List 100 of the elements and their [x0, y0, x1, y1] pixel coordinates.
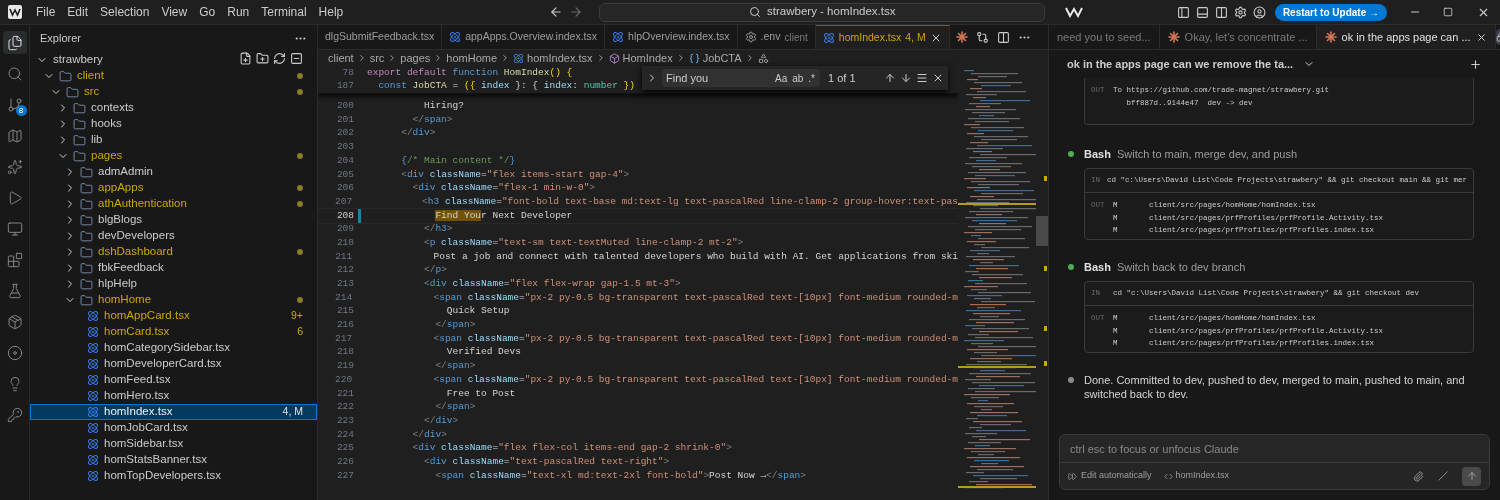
tree-item[interactable]: admAdmin [30, 164, 317, 180]
tree-item[interactable]: homJobCard.tsx [30, 420, 317, 436]
line-number: 226 [335, 454, 354, 469]
tree-item[interactable]: hlpHelp [30, 276, 317, 292]
disc-icon [6, 344, 23, 361]
refresh-icon[interactable] [273, 52, 286, 65]
tree-item[interactable]: homAppCard.tsx 9+ [30, 308, 317, 324]
menu-item[interactable]: View [155, 2, 194, 22]
maximize-icon[interactable] [1443, 7, 1453, 17]
settings-icon[interactable] [1233, 5, 1247, 19]
tree-item[interactable]: dshDashboard [30, 244, 317, 260]
breadcrumb[interactable]: src [369, 49, 385, 67]
slash-icon[interactable] [1438, 471, 1448, 481]
tree-item[interactable]: homTopDevelopers.tsx [30, 468, 317, 484]
search-option-toggle[interactable]: .* [807, 70, 816, 86]
mode-button[interactable]: Edit automatically [1068, 469, 1152, 483]
panel-toggle-icon[interactable] [1195, 5, 1209, 19]
close-icon[interactable] [932, 72, 944, 84]
tree-item[interactable]: homStatsBanner.tsx [30, 452, 317, 468]
react-icon [449, 31, 462, 43]
braces-icon [688, 52, 700, 64]
sidebar-toggle-icon[interactable] [1176, 5, 1190, 19]
activity-item[interactable] [2, 31, 27, 54]
breadcrumb[interactable]: homIndex.tsx [513, 49, 593, 67]
previous-match-icon[interactable] [884, 72, 896, 84]
tree-item[interactable]: homDeveloperCard.tsx [30, 356, 317, 372]
editor-tab[interactable]: hlpOverview.index.tsx [605, 25, 738, 49]
breadcrumb[interactable]: pages [400, 49, 431, 67]
tool-description: Switch back to dev branch [1116, 259, 1246, 275]
file-chip[interactable]: homIndex.tsx [1163, 469, 1230, 483]
chat-tab[interactable]: ok in the apps page can ... [1316, 25, 1496, 49]
react-icon [87, 422, 99, 434]
tool-name: Bash [1084, 146, 1111, 162]
menu-item[interactable]: File [30, 2, 62, 22]
editor-tab[interactable]: appApps.Overview.index.tsx [442, 25, 606, 49]
tree-item[interactable]: homHome [30, 292, 317, 308]
tree-item[interactable]: homHero.tsx [30, 388, 317, 404]
tree-item[interactable]: homIndex.tsx 4, M [30, 404, 317, 420]
menu-item[interactable]: Help [312, 2, 350, 22]
attach-icon[interactable] [1413, 470, 1424, 482]
editor-tab[interactable]: .env client [737, 25, 816, 49]
tree-item[interactable]: appApps [30, 180, 317, 196]
menu-item[interactable]: Run [221, 2, 256, 22]
chat-tab[interactable]: need you to seed... [1049, 25, 1160, 49]
collapse-icon[interactable] [290, 52, 303, 65]
menu-item[interactable]: Edit [61, 2, 95, 22]
line-number: 223 [335, 413, 354, 428]
selection-icon[interactable] [916, 72, 928, 84]
tree-item[interactable]: strawbery [30, 52, 317, 68]
conversation-title[interactable]: ok in the apps page can we remove the ta... [1067, 55, 1294, 73]
chat-tab[interactable]: Okay, let's concentrate ... [1159, 25, 1317, 49]
new-chat-icon[interactable] [1469, 57, 1482, 71]
file-status: 6 [297, 324, 303, 340]
search-option-toggle[interactable]: Aa [773, 70, 789, 86]
tree-item[interactable]: homSidebar.tsx [30, 436, 317, 452]
line-number: 200 [335, 99, 354, 114]
tree-item[interactable]: lib [30, 132, 317, 148]
menu-item[interactable]: Selection [94, 2, 156, 22]
compare-icon[interactable] [975, 30, 989, 44]
editor-tab[interactable]: dlgSubmitFeedback.tsx [318, 25, 443, 49]
menu-item[interactable]: Go [193, 2, 222, 22]
react-icon [513, 52, 525, 64]
code-line: </div> [400, 126, 436, 141]
breadcrumb[interactable]: client [328, 49, 354, 67]
tree-item[interactable]: homFeed.tsx [30, 372, 317, 388]
new-folder-icon[interactable] [256, 52, 269, 65]
breadcrumb[interactable]: JobCTA [688, 49, 742, 67]
send-button[interactable] [1462, 466, 1481, 486]
code-line: </span> [434, 400, 476, 415]
breadcrumb[interactable]: HomIndex [608, 49, 673, 67]
package-icon [6, 313, 23, 330]
back-icon[interactable] [549, 5, 564, 19]
menu-item[interactable]: Terminal [255, 2, 313, 22]
tree-item[interactable]: hooks [30, 116, 317, 132]
message-composer[interactable]: ctrl esc to focus or unfocus Claude Edit automatically homIndex.tsx [1059, 434, 1490, 490]
search-field[interactable]: strawbery - homIndex.tsx [599, 2, 1046, 22]
tree-item[interactable]: blgBlogs [30, 212, 317, 228]
breadcrumb[interactable]: homHome [446, 49, 498, 67]
next-match-icon[interactable] [900, 72, 912, 84]
tree-item[interactable]: athAuthentication [30, 196, 317, 212]
find-input[interactable]: Find you Aa ab .* [662, 69, 820, 87]
search-option-toggle[interactable]: ab [791, 70, 805, 86]
forward-icon[interactable] [569, 5, 584, 19]
source-control-icon [6, 96, 23, 113]
new-file-icon[interactable] [239, 52, 252, 65]
close-icon[interactable] [1475, 31, 1487, 43]
tree-item[interactable]: client [30, 68, 317, 84]
tree-item[interactable]: homCard.tsx 6 [30, 324, 317, 340]
tree-item[interactable]: src [30, 84, 317, 100]
split-editor-icon[interactable] [996, 30, 1010, 44]
tree-item[interactable]: devDevelopers [30, 228, 317, 244]
activity-item[interactable]: 8 [2, 93, 27, 116]
split-layout-icon[interactable] [1214, 5, 1228, 19]
update-button[interactable]: Restart to Update → [1274, 3, 1387, 21]
account-icon[interactable] [1252, 5, 1266, 19]
tree-item[interactable]: contexts [30, 100, 317, 116]
tree-item[interactable]: fbkFeedback [30, 260, 317, 276]
editor-tab[interactable]: homIndex.tsx 4, M [815, 25, 950, 49]
tree-item[interactable]: homCategorySidebar.tsx [30, 340, 317, 356]
tree-item[interactable]: pages [30, 148, 317, 164]
